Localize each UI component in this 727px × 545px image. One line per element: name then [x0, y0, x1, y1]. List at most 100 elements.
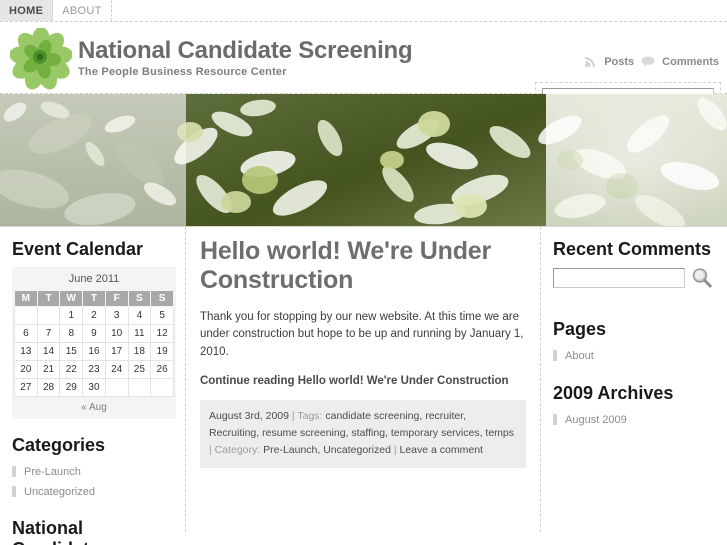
calendar-caption: June 2011 — [68, 273, 120, 286]
calendar-day[interactable]: 15 — [59, 342, 84, 362]
feed-links: Posts Comments — [584, 55, 719, 68]
nav-tab-about-label: ABOUT — [62, 4, 102, 17]
calendar-day[interactable]: 4 — [127, 306, 152, 326]
archives-list: August 2009 — [553, 411, 717, 430]
calendar-day[interactable]: 22 — [59, 360, 84, 380]
list-item[interactable]: About — [553, 347, 717, 366]
calendar-day[interactable]: 5 — [150, 306, 174, 326]
site-title: National Candidate Screening — [78, 37, 413, 64]
calendar-day[interactable]: 6 — [14, 324, 38, 344]
nav-empty-area — [112, 0, 727, 21]
speech-bubble-icon[interactable] — [641, 56, 655, 67]
calendar-prev-link[interactable]: « Aug — [81, 402, 107, 413]
calendar-day[interactable]: 17 — [104, 342, 129, 362]
calendar-day[interactable]: 7 — [36, 324, 61, 344]
post-title: Hello world! We're Under Construction — [200, 237, 492, 295]
header-banner-image — [0, 94, 727, 227]
list-item[interactable]: August 2009 — [553, 411, 717, 430]
primary-navigation: HOME ABOUT — [0, 0, 727, 22]
content-columns: Event Calendar June 2011 M T W T F S S 1… — [0, 227, 727, 545]
calendar-week-row: 1 2 3 4 5 — [14, 306, 174, 326]
nav-tab-about[interactable]: ABOUT — [53, 0, 112, 21]
calendar-nav: « Aug — [14, 397, 174, 417]
post-body: Thank you for stopping by our new websit… — [200, 310, 524, 359]
calendar-day[interactable]: 26 — [150, 360, 174, 380]
nav-tab-home-label: HOME — [9, 4, 44, 17]
leave-comment-link[interactable]: Leave a comment — [400, 444, 483, 456]
calendar-table: June 2011 M T W T F S S 1 2 3 4 5 6 7 8 … — [14, 269, 174, 398]
calendar-day[interactable]: 23 — [82, 360, 106, 380]
calendar-day[interactable]: 1 — [59, 306, 84, 326]
continue-reading-link[interactable]: Continue reading Hello world! We're Unde… — [200, 375, 526, 387]
calendar-day[interactable]: 19 — [150, 342, 174, 362]
category-label: Category: — [214, 443, 264, 456]
sidebar-search-input[interactable] — [553, 268, 685, 289]
calendar-day[interactable]: 9 — [82, 324, 106, 344]
calendar-weekday: S — [150, 290, 174, 308]
calendar-week-row: 27 28 29 30 — [14, 378, 174, 398]
calendar-day[interactable]: 10 — [104, 324, 129, 344]
flower-rosette-icon — [9, 27, 73, 90]
calendar-day[interactable]: 29 — [59, 378, 84, 398]
categories-title: Categories — [12, 435, 106, 456]
calendar-day[interactable] — [36, 306, 61, 326]
calendar-day[interactable]: 25 — [127, 360, 152, 380]
calendar-day[interactable]: 24 — [104, 360, 129, 380]
list-item[interactable]: Uncategorized — [12, 483, 175, 502]
widget-event-calendar: Event Calendar June 2011 M T W T F S S 1… — [12, 239, 176, 420]
calendar-day[interactable]: 28 — [36, 378, 61, 398]
newsletter-title: National Candidate Screening — [12, 518, 99, 545]
widget-pages: Pages About — [553, 319, 717, 367]
calendar-day[interactable]: 11 — [127, 324, 152, 344]
post-date[interactable]: August 3rd, 2009 — [209, 410, 289, 422]
calendar-container: June 2011 M T W T F S S 1 2 3 4 5 6 7 8 … — [12, 267, 176, 420]
calendar-day[interactable] — [104, 378, 129, 398]
calendar-day[interactable]: 13 — [14, 342, 38, 362]
calendar-day[interactable]: 14 — [36, 342, 61, 362]
rss-icon[interactable] — [584, 55, 597, 68]
post-article: Hello world! We're Under Construction Th… — [200, 237, 526, 468]
comments-feed-link[interactable]: Comments — [662, 56, 719, 68]
meta-separator-3: | — [390, 443, 400, 456]
site-tagline: The People Business Resource Center — [78, 66, 287, 79]
widget-archives: 2009 Archives August 2009 — [553, 383, 717, 431]
calendar-weekday: T — [82, 290, 106, 308]
pages-list: About — [553, 347, 717, 366]
sidebar-search — [553, 267, 717, 289]
calendar-day[interactable] — [127, 378, 152, 398]
calendar-weekday: T — [36, 290, 61, 308]
calendar-day[interactable]: 27 — [14, 378, 38, 398]
calendar-day[interactable] — [14, 306, 38, 326]
nav-tab-home[interactable]: HOME — [0, 0, 54, 21]
calendar-day[interactable] — [150, 378, 174, 398]
post-meta: August 3rd, 2009 | Tags: candidate scree… — [200, 399, 526, 468]
site-branding: National Candidate Screening The People … — [78, 37, 413, 79]
widget-recent-comments: Recent Comments — [553, 239, 717, 289]
calendar-week-row: 6 7 8 9 10 11 12 — [14, 324, 174, 344]
calendar-day[interactable]: 8 — [59, 324, 84, 344]
posts-feed-link[interactable]: Posts — [604, 56, 634, 68]
pages-title: Pages — [553, 319, 607, 340]
calendar-day[interactable]: 3 — [104, 306, 129, 326]
calendar-weekday: M — [14, 290, 38, 308]
magnifier-icon[interactable] — [691, 267, 713, 289]
calendar-day[interactable]: 2 — [82, 306, 106, 326]
sidebar-left: Event Calendar June 2011 M T W T F S S 1… — [0, 227, 186, 545]
calendar-day[interactable]: 20 — [14, 360, 38, 380]
calendar-day[interactable]: 12 — [150, 324, 174, 344]
calendar-day[interactable]: 30 — [82, 378, 106, 398]
calendar-day[interactable]: 16 — [82, 342, 106, 362]
sidebar-right: Recent Comments Pages About 2009 Archive… — [541, 227, 727, 532]
categories-list: Pre-Launch Uncategorized — [12, 463, 175, 502]
calendar-day[interactable]: 18 — [127, 342, 152, 362]
calendar-day[interactable]: 21 — [36, 360, 61, 380]
tags-label: Tags: — [297, 409, 326, 422]
widget-newsletter: National Candidate Screening Your e-mail — [12, 518, 175, 545]
widget-categories: Categories Pre-Launch Uncategorized — [12, 435, 175, 502]
calendar-weekday: F — [104, 290, 129, 308]
calendar-weekday-row: M T W T F S S — [14, 290, 174, 308]
archives-title: 2009 Archives — [553, 382, 674, 403]
list-item[interactable]: Pre-Launch — [12, 463, 175, 482]
post-categories[interactable]: Pre-Launch, Uncategorized — [263, 444, 391, 456]
